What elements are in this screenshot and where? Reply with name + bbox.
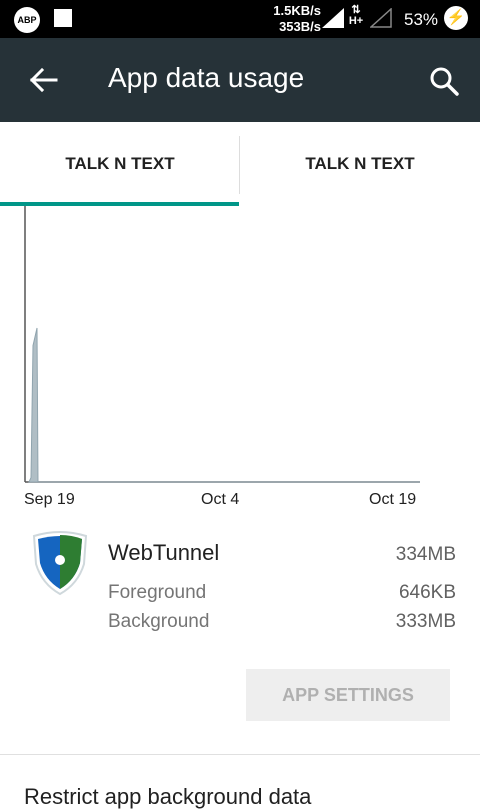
app-name: WebTunnel xyxy=(108,540,220,565)
signal-empty-icon xyxy=(370,8,392,28)
app-settings-button[interactable]: APP SETTINGS xyxy=(246,669,450,721)
page-title: App data usage xyxy=(108,62,305,93)
app-usage-row: WebTunnel 334MB Foreground 646KB Backgro… xyxy=(0,530,480,650)
status-bar: ABP 1.5KB/s 353B/s ⇅ H+ 53% ⚡ xyxy=(0,0,480,38)
x-tick-label: Sep 19 xyxy=(24,491,75,508)
divider xyxy=(0,754,480,755)
tab-talk-n-text-1[interactable]: TALK N TEXT xyxy=(0,122,240,206)
usage-area xyxy=(28,327,420,483)
notification-square-icon xyxy=(54,9,72,27)
tab-talk-n-text-2[interactable]: TALK N TEXT xyxy=(240,122,480,206)
webtunnel-app-icon xyxy=(32,531,88,596)
foreground-label: Foreground xyxy=(108,582,207,603)
background-value: 333MB xyxy=(395,611,456,632)
tab-bar: TALK N TEXT TALK N TEXT xyxy=(0,122,480,206)
search-icon[interactable] xyxy=(428,65,460,97)
data-arrows-icon: ⇅ H+ xyxy=(348,4,364,27)
adblock-icon: ABP xyxy=(14,7,40,33)
network-type: H+ xyxy=(348,15,364,27)
battery-charging-icon: ⚡ xyxy=(444,6,468,30)
usage-chart: Sep 19 Oct 4 Oct 19 xyxy=(0,206,480,516)
usage-chart-svg xyxy=(24,206,420,483)
signal-icon xyxy=(322,8,344,28)
foreground-value: 646KB xyxy=(398,582,456,603)
back-arrow-icon[interactable] xyxy=(28,60,60,100)
x-tick-label: Oct 4 xyxy=(201,491,240,508)
battery-percent: 53% xyxy=(404,10,439,29)
speed-up: 1.5KB/s xyxy=(273,3,321,18)
app-bar: App data usage xyxy=(0,38,480,122)
x-tick-label: Oct 19 xyxy=(369,491,417,508)
speed-down: 353B/s xyxy=(279,19,321,34)
background-label: Background xyxy=(108,611,210,632)
app-total-usage: 334MB xyxy=(395,544,456,565)
network-speed: 1.5KB/s 353B/s xyxy=(247,3,321,35)
restrict-background-data-label[interactable]: Restrict app background data xyxy=(24,784,311,810)
